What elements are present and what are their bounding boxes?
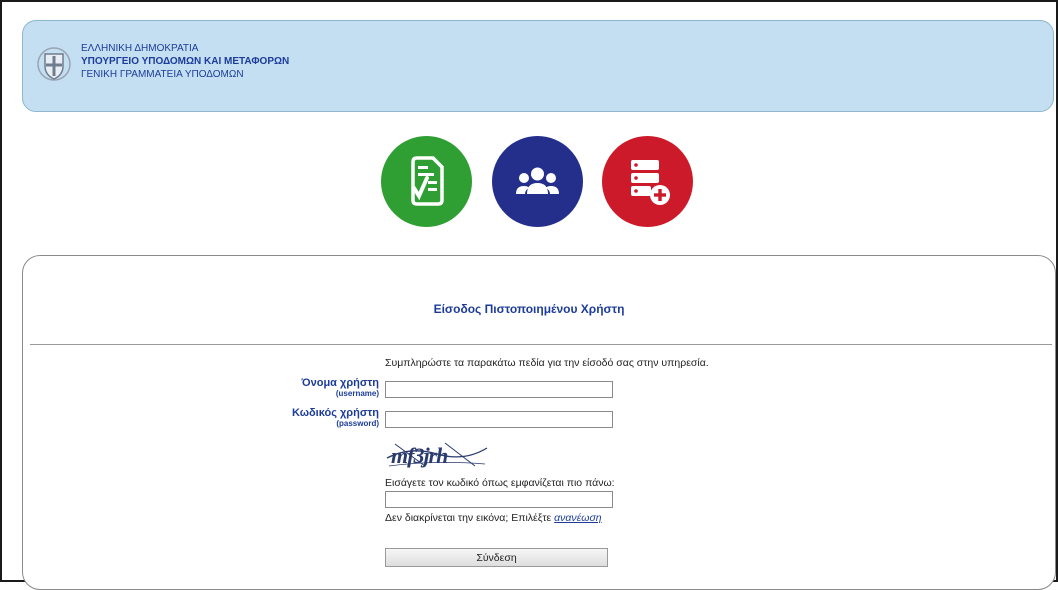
username-label-text: Όνομα χρήστη [301, 377, 379, 389]
users-group-icon [516, 167, 559, 194]
captcha-prompt: Εισάγετε τον κωδικό όπως εμφανίζεται πιο… [385, 477, 615, 489]
server-add-icon [631, 160, 670, 205]
login-instructions: Συμπληρώστε τα παρακάτω πεδία για την εί… [385, 357, 709, 369]
header-titles: ΕΛΛΗΝΙΚΗ ΔΗΜΟΚΡΑΤΙΑ ΥΠΟΥΡΓΕΙΟ ΥΠΟΔΟΜΩΝ Κ… [81, 42, 289, 81]
captcha-image: mf3jrh [385, 440, 489, 469]
header-line-2: ΥΠΟΥΡΓΕΙΟ ΥΠΟΔΟΜΩΝ ΚΑΙ ΜΕΤΑΦΟΡΩΝ [81, 56, 290, 67]
checklist-document-button[interactable] [381, 136, 472, 227]
users-group-button[interactable] [492, 136, 583, 227]
password-label-sub: (password) [336, 419, 379, 428]
shortcut-icons-row [0, 136, 1058, 227]
login-title: Είσοδος Πιστοποιημένου Χρήστη [433, 302, 625, 316]
captcha-input[interactable] [385, 491, 613, 508]
site-header: ΕΛΛΗΝΙΚΗ ΔΗΜΟΚΡΑΤΙΑ ΥΠΟΥΡΓΕΙΟ ΥΠΟΔΟΜΩΝ Κ… [22, 20, 1054, 112]
captcha-refresh-link[interactable]: ανανέωση [554, 512, 601, 524]
server-add-button[interactable] [602, 136, 693, 227]
hellenic-republic-emblem-icon [37, 47, 71, 81]
captcha-refresh-line: Δεν διακρίνεται την εικόνα; Επιλέξτε ανα… [385, 512, 602, 524]
username-label-sub: (username) [335, 389, 379, 398]
login-divider [30, 344, 1052, 345]
captcha-refresh-text: Δεν διακρίνεται την εικόνα; Επιλέξτε [385, 512, 552, 524]
password-label-text: Κωδικός χρήστη [292, 407, 379, 419]
header-line-1: ΕΛΛΗΝΙΚΗ ΔΗΜΟΚΡΑΤΙΑ [81, 43, 199, 54]
header-line-3: ΓΕΝΙΚΗ ΓΡΑΜΜΑΤΕΙΑ ΥΠΟΔΟΜΩΝ [81, 69, 244, 80]
username-label: Όνομα χρήστη (username) [302, 377, 379, 399]
password-input[interactable] [385, 411, 613, 428]
login-submit-button[interactable]: Σύνδεση [385, 548, 608, 567]
checklist-document-icon [411, 156, 444, 206]
password-label: Κωδικός χρήστη (password) [292, 407, 379, 429]
username-input[interactable] [385, 381, 613, 398]
